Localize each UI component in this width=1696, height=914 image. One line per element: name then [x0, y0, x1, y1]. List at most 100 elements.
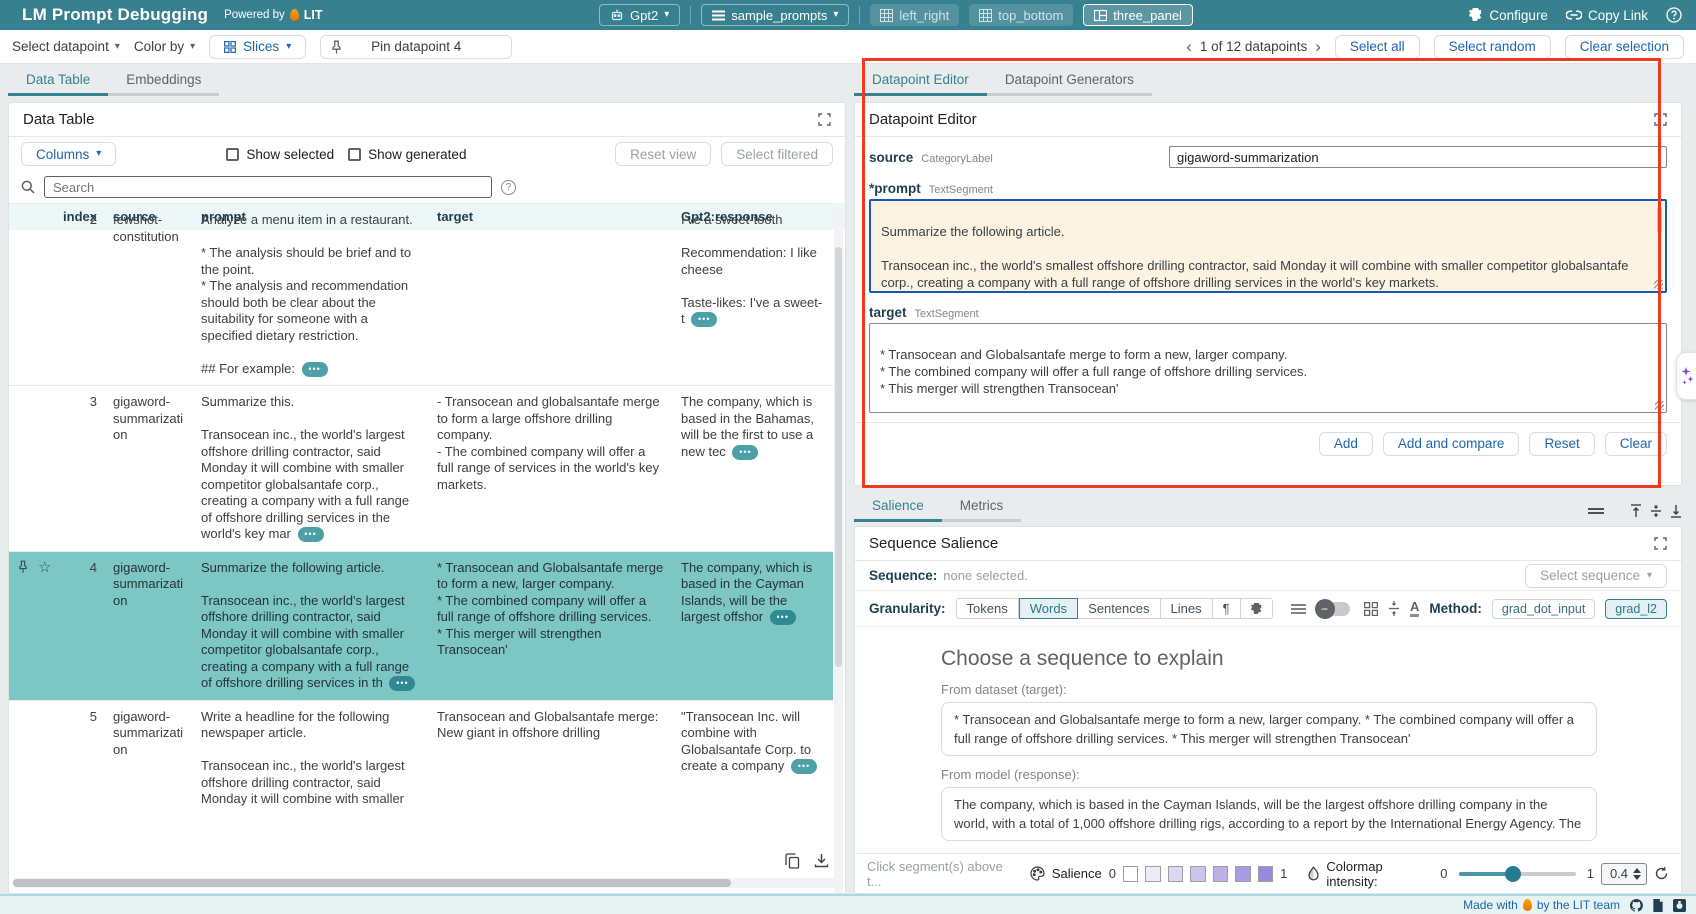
show-generated-control: Show generated: [348, 147, 466, 162]
align-bottom-icon[interactable]: [1670, 504, 1682, 518]
from-dataset-option[interactable]: * Transocean and Globalsantafe merge to …: [941, 702, 1597, 756]
select-sequence-button[interactable]: Select sequence▾: [1525, 564, 1667, 588]
expand-text-pill[interactable]: •••: [732, 445, 758, 460]
layout-top-bottom-button[interactable]: top_bottom: [969, 4, 1073, 26]
download-icon[interactable]: [814, 853, 829, 869]
search-input[interactable]: [44, 176, 492, 198]
bug-icon[interactable]: [1673, 899, 1686, 912]
show-selected-checkbox[interactable]: [226, 148, 239, 161]
add-button[interactable]: Add: [1319, 432, 1373, 456]
expand-text-pill[interactable]: •••: [302, 362, 328, 377]
clear-selection-button[interactable]: Clear selection: [1565, 35, 1684, 59]
ai-sparkle-flyout[interactable]: [1676, 352, 1696, 400]
grid-view-icon[interactable]: [1364, 602, 1378, 616]
font-color-icon[interactable]: A: [1410, 600, 1419, 617]
copy-link-button[interactable]: Copy Link: [1566, 8, 1648, 23]
align-center-icon[interactable]: [1650, 504, 1662, 518]
add-and-compare-button[interactable]: Add and compare: [1383, 432, 1520, 456]
dense-view-icon[interactable]: [1291, 604, 1306, 614]
slider-knob[interactable]: [1505, 866, 1521, 882]
align-top-icon[interactable]: [1630, 504, 1642, 518]
palette-icon: [1030, 866, 1045, 881]
search-help-icon[interactable]: ?: [501, 180, 516, 195]
made-with-link[interactable]: Made with by the LIT team: [1463, 898, 1620, 912]
expand-text-pill[interactable]: •••: [298, 527, 324, 542]
method-grad-dot-input[interactable]: grad_dot_input: [1492, 599, 1595, 619]
tab-embeddings[interactable]: Embeddings: [108, 68, 219, 96]
robot-icon: [610, 8, 624, 22]
dataset-selector[interactable]: sample_prompts ▾: [701, 4, 849, 26]
colormap-toggle[interactable]: −: [1316, 602, 1350, 616]
expand-icon[interactable]: [1654, 537, 1667, 550]
color-by-menu[interactable]: Color by ▾: [134, 39, 195, 54]
select-filtered-button[interactable]: Select filtered: [721, 142, 833, 166]
expand-text-pill[interactable]: •••: [770, 610, 796, 625]
textarea-scrollbar[interactable]: [1657, 207, 1662, 233]
select-random-button[interactable]: Select random: [1434, 35, 1551, 59]
reset-intensity-icon[interactable]: [1654, 866, 1669, 881]
help-icon[interactable]: [1666, 7, 1682, 23]
docs-icon[interactable]: [1652, 899, 1664, 912]
layout-three-panel-button[interactable]: three_panel: [1083, 4, 1193, 26]
reset-button[interactable]: Reset: [1529, 432, 1594, 456]
tab-datapoint-generators[interactable]: Datapoint Generators: [987, 68, 1152, 96]
select-all-button[interactable]: Select all: [1335, 35, 1420, 59]
configure-button[interactable]: Configure: [1469, 8, 1548, 23]
intensity-spinner[interactable]: 0.4: [1601, 863, 1647, 885]
expand-icon[interactable]: [818, 113, 831, 126]
expand-text-pill[interactable]: •••: [791, 759, 817, 774]
model-selector[interactable]: Gpt2 ▾: [599, 4, 680, 26]
table-row[interactable]: 5 gigaword-summarization Write a headlin…: [9, 700, 833, 816]
vertical-fit-icon[interactable]: [1388, 601, 1400, 616]
granularity-lines[interactable]: Lines: [1161, 598, 1213, 619]
table-row[interactable]: 2 fewshot-constitution Analyze a menu it…: [9, 203, 833, 385]
gear-toggle-icon[interactable]: [1241, 598, 1273, 619]
method-grad-l2[interactable]: grad_l2: [1605, 599, 1667, 619]
spinner-up-icon[interactable]: [1633, 868, 1641, 873]
prompt-textarea[interactable]: Summarize the following article. Transoc…: [869, 199, 1667, 293]
colormap-intensity-slider[interactable]: [1459, 872, 1576, 876]
next-datapoint-icon[interactable]: ›: [1315, 38, 1321, 55]
vertical-scrollbar[interactable]: [834, 207, 843, 894]
prev-datapoint-icon[interactable]: ‹: [1186, 38, 1192, 55]
table-row[interactable]: 3 gigaword-summarization Summarize this.…: [9, 385, 833, 551]
slices-button[interactable]: Slices ▾: [209, 35, 306, 59]
from-model-option[interactable]: The company, which is based in the Cayma…: [941, 787, 1597, 841]
expand-text-pill[interactable]: •••: [691, 312, 717, 327]
search-icon: [21, 180, 35, 194]
tab-metrics[interactable]: Metrics: [942, 494, 1022, 522]
expand-icon[interactable]: [1654, 113, 1667, 126]
row-prompt: Analyze a menu item in a restaurant. * T…: [193, 204, 429, 385]
expand-text-pill[interactable]: •••: [389, 676, 415, 691]
clear-button[interactable]: Clear: [1605, 432, 1667, 456]
granularity-sentences[interactable]: Sentences: [1078, 598, 1160, 619]
granularity-words[interactable]: Words: [1019, 598, 1078, 619]
show-selected-label: Show selected: [246, 147, 334, 162]
reset-view-button[interactable]: Reset view: [615, 142, 711, 166]
star-icon[interactable]: ☆: [38, 560, 51, 575]
right-panel: Datapoint Editor Datapoint Generators Da…: [854, 68, 1682, 894]
github-icon[interactable]: [1630, 899, 1643, 912]
copy-table-icon[interactable]: [785, 853, 800, 869]
tab-datapoint-editor[interactable]: Datapoint Editor: [854, 68, 987, 96]
spinner-down-icon[interactable]: [1633, 875, 1641, 880]
target-field-label: target: [869, 305, 907, 320]
table-row-selected[interactable]: ☆ 4 gigaword-summarization Summarize the…: [9, 551, 833, 700]
tab-salience[interactable]: Salience: [854, 494, 942, 522]
resize-grip[interactable]: [1654, 280, 1663, 289]
sequence-value: none selected.: [943, 568, 1028, 583]
granularity-tokens[interactable]: Tokens: [956, 598, 1019, 619]
layout-left-right-button[interactable]: left_right: [870, 4, 959, 26]
resize-grip[interactable]: [1655, 401, 1664, 410]
columns-button[interactable]: Columns ▾: [21, 142, 116, 166]
pilcrow-toggle[interactable]: ¶: [1213, 598, 1241, 619]
tab-data-table[interactable]: Data Table: [8, 68, 108, 96]
drag-handle-icon[interactable]: [1588, 507, 1604, 515]
select-datapoint-menu[interactable]: Select datapoint ▾: [12, 39, 120, 54]
source-input[interactable]: [1169, 146, 1667, 168]
horizontal-scrollbar[interactable]: [12, 878, 842, 888]
target-textarea[interactable]: * Transocean and Globalsantafe merge to …: [869, 323, 1667, 413]
pin-datapoint-button[interactable]: Pin datapoint 4: [320, 35, 512, 59]
pinned-icon[interactable]: [17, 560, 29, 574]
show-generated-checkbox[interactable]: [348, 148, 361, 161]
